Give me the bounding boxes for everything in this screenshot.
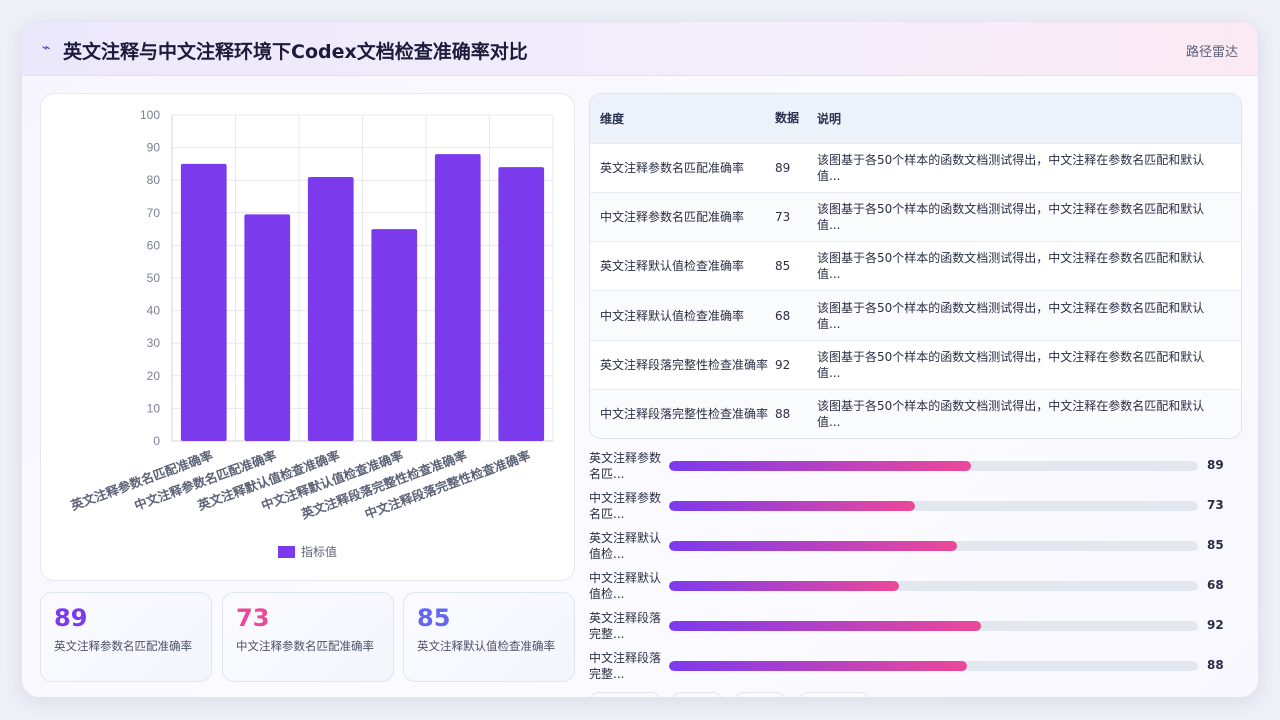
- progress-fill: [669, 541, 957, 551]
- y-tick-label: 50: [147, 271, 161, 285]
- progress-label: 中文注释默认值检...: [589, 571, 662, 601]
- filter-pill[interactable]: [798, 692, 870, 697]
- kpi-value: 85: [417, 604, 451, 632]
- table-row: 英文注释参数名匹配准确率 89 该图基于各50个样本的函数文档测试得出，中文注释在参…: [590, 142, 1241, 193]
- progress-label: 中文注释参数名匹...: [589, 491, 662, 521]
- progress-fill: [669, 661, 967, 671]
- progress-row: 英文注释参数名匹... 89: [589, 450, 1249, 484]
- progress-row: 英文注释段落完整... 92: [589, 610, 1249, 644]
- table-cell-note: 该图基于各50个样本的函数文档测试得出，中文注释在参数名匹配和默认值...: [817, 191, 1241, 242]
- progress-track: [669, 581, 1198, 591]
- y-tick-label: 90: [147, 141, 161, 155]
- y-tick-label: 30: [147, 336, 161, 350]
- bar[interactable]: [180, 163, 227, 441]
- data-table: 维度 数据 说明 英文注释参数名匹配准确率 89 该图基于各50个样本的函数文档测试…: [589, 93, 1242, 439]
- progress-fill: [669, 501, 915, 511]
- bar[interactable]: [244, 214, 291, 441]
- table-cell-dimension: 中文注释默认值检查准确率: [590, 290, 775, 341]
- y-tick-label: 10: [147, 401, 161, 415]
- table-row: 中文注释段落完整性检查准确率 88 该图基于各50个样本的函数文档测试得出，中文注释…: [590, 388, 1241, 438]
- bar-chart-panel: 0 10 20 30 40 50 60 70 80 90 100 英文注释参数名匹配准确率 中文注释参数…: [40, 93, 575, 581]
- progress-row: 中文注释段落完整... 88: [589, 650, 1249, 684]
- y-tick-label: 80: [147, 173, 161, 187]
- bar-chart: 0102030405060708090100英文注释参数名匹配准确率中文注释参数…: [69, 108, 554, 559]
- progress-track: [669, 541, 1198, 551]
- progress-value: 88: [1207, 658, 1224, 672]
- table-row: 英文注释段落完整性检查准确率 92 该图基于各50个样本的函数文档测试得出，中文注释…: [590, 339, 1241, 390]
- progress-row: 英文注释默认值检... 85: [589, 530, 1249, 564]
- table-cell-note: 该图基于各50个样本的函数文档测试得出，中文注释在参数名匹配和默认值...: [817, 241, 1241, 291]
- route-link[interactable]: 路径雷达: [1186, 41, 1238, 60]
- kpi-label: 英文注释参数名匹配准确率: [54, 639, 192, 653]
- table-cell-dimension: 英文注释默认值检查准确率: [590, 241, 775, 291]
- y-tick-label: 70: [147, 206, 161, 220]
- progress-track: [669, 621, 1198, 631]
- bar[interactable]: [498, 167, 545, 441]
- y-tick-label: 40: [147, 304, 161, 318]
- header: ⌁ 英文注释与中文注释环境下Codex文档检查准确率对比 路径雷达: [22, 22, 1258, 76]
- progress-fill: [669, 621, 981, 631]
- table-cell-data: 88: [775, 388, 817, 438]
- progress-fill: [669, 581, 900, 591]
- progress-value: 85: [1207, 538, 1224, 552]
- progress-fill: [669, 461, 971, 471]
- progress-label: 中文注释段落完整...: [589, 651, 662, 681]
- filter-pill[interactable]: [671, 692, 723, 697]
- kpi-label: 中文注释参数名匹配准确率: [236, 639, 374, 653]
- table-header-data: 数据: [775, 94, 817, 143]
- kpi-card: 89 英文注释参数名匹配准确率: [40, 592, 212, 682]
- table-cell-dimension: 中文注释参数名匹配准确率: [590, 191, 775, 242]
- table-cell-data: 68: [775, 290, 817, 341]
- table-header-dimension: 维度: [590, 94, 775, 143]
- progress-track: [669, 661, 1198, 671]
- page-title: 英文注释与中文注释环境下Codex文档检查准确率对比: [63, 41, 528, 63]
- progress-track: [669, 501, 1198, 511]
- table-row: 中文注释参数名匹配准确率 73 该图基于各50个样本的函数文档测试得出，中文注释在参…: [590, 191, 1241, 242]
- table-row: 中文注释默认值检查准确率 68 该图基于各50个样本的函数文档测试得出，中文注释在参…: [590, 290, 1241, 341]
- legend-swatch: [278, 546, 295, 558]
- kpi-value: 73: [236, 604, 270, 632]
- table-cell-data: 73: [775, 191, 817, 242]
- y-tick-label: 60: [147, 238, 161, 252]
- progress-label: 英文注释默认值检...: [589, 531, 662, 561]
- y-tick-label: 100: [140, 108, 160, 122]
- y-tick-label: 20: [147, 369, 161, 383]
- progress-row: 中文注释参数名匹... 73: [589, 490, 1249, 524]
- bar[interactable]: [434, 154, 481, 441]
- legend-label: 指标值: [301, 544, 337, 559]
- table-cell-dimension: 英文注释参数名匹配准确率: [590, 142, 775, 193]
- table-cell-note: 该图基于各50个样本的函数文档测试得出，中文注释在参数名匹配和默认值...: [817, 388, 1241, 438]
- table-row: 英文注释默认值检查准确率 85 该图基于各50个样本的函数文档测试得出，中文注释在参…: [590, 241, 1241, 291]
- table-cell-data: 85: [775, 241, 817, 291]
- progress-track: [669, 461, 1198, 471]
- spark-icon: ⌁: [42, 40, 51, 56]
- table-cell-data: 89: [775, 142, 817, 193]
- progress-row: 中文注释默认值检... 68: [589, 570, 1249, 604]
- table-cell-note: 该图基于各50个样本的函数文档测试得出，中文注释在参数名匹配和默认值...: [817, 339, 1241, 390]
- table-cell-dimension: 中文注释段落完整性检查准确率: [590, 388, 775, 438]
- kpi-label: 英文注释默认值检查准确率: [417, 639, 555, 653]
- kpi-card: 73 中文注释参数名匹配准确率: [222, 592, 394, 682]
- table-header-note: 说明: [817, 94, 1241, 143]
- bar[interactable]: [371, 229, 418, 441]
- progress-value: 68: [1207, 578, 1224, 592]
- table-cell-data: 92: [775, 339, 817, 390]
- progress-value: 89: [1207, 458, 1224, 472]
- bar[interactable]: [307, 176, 354, 441]
- filter-pill[interactable]: [589, 692, 661, 697]
- kpi-card: 85 英文注释默认值检查准确率: [403, 592, 575, 682]
- dashboard-card: ⌁ 英文注释与中文注释环境下Codex文档检查准确率对比 路径雷达 0 10 20 3…: [21, 21, 1259, 698]
- table-cell-dimension: 英文注释段落完整性检查准确率: [590, 339, 775, 390]
- y-tick-label: 0: [153, 434, 160, 448]
- progress-label: 英文注释参数名匹...: [589, 451, 662, 481]
- filter-pill[interactable]: [734, 692, 786, 697]
- progress-value: 73: [1207, 498, 1224, 512]
- table-cell-note: 该图基于各50个样本的函数文档测试得出，中文注释在参数名匹配和默认值...: [817, 290, 1241, 341]
- kpi-value: 89: [54, 604, 88, 632]
- progress-value: 92: [1207, 618, 1224, 632]
- progress-label: 英文注释段落完整...: [589, 611, 662, 641]
- table-cell-note: 该图基于各50个样本的函数文档测试得出，中文注释在参数名匹配和默认值...: [817, 142, 1241, 193]
